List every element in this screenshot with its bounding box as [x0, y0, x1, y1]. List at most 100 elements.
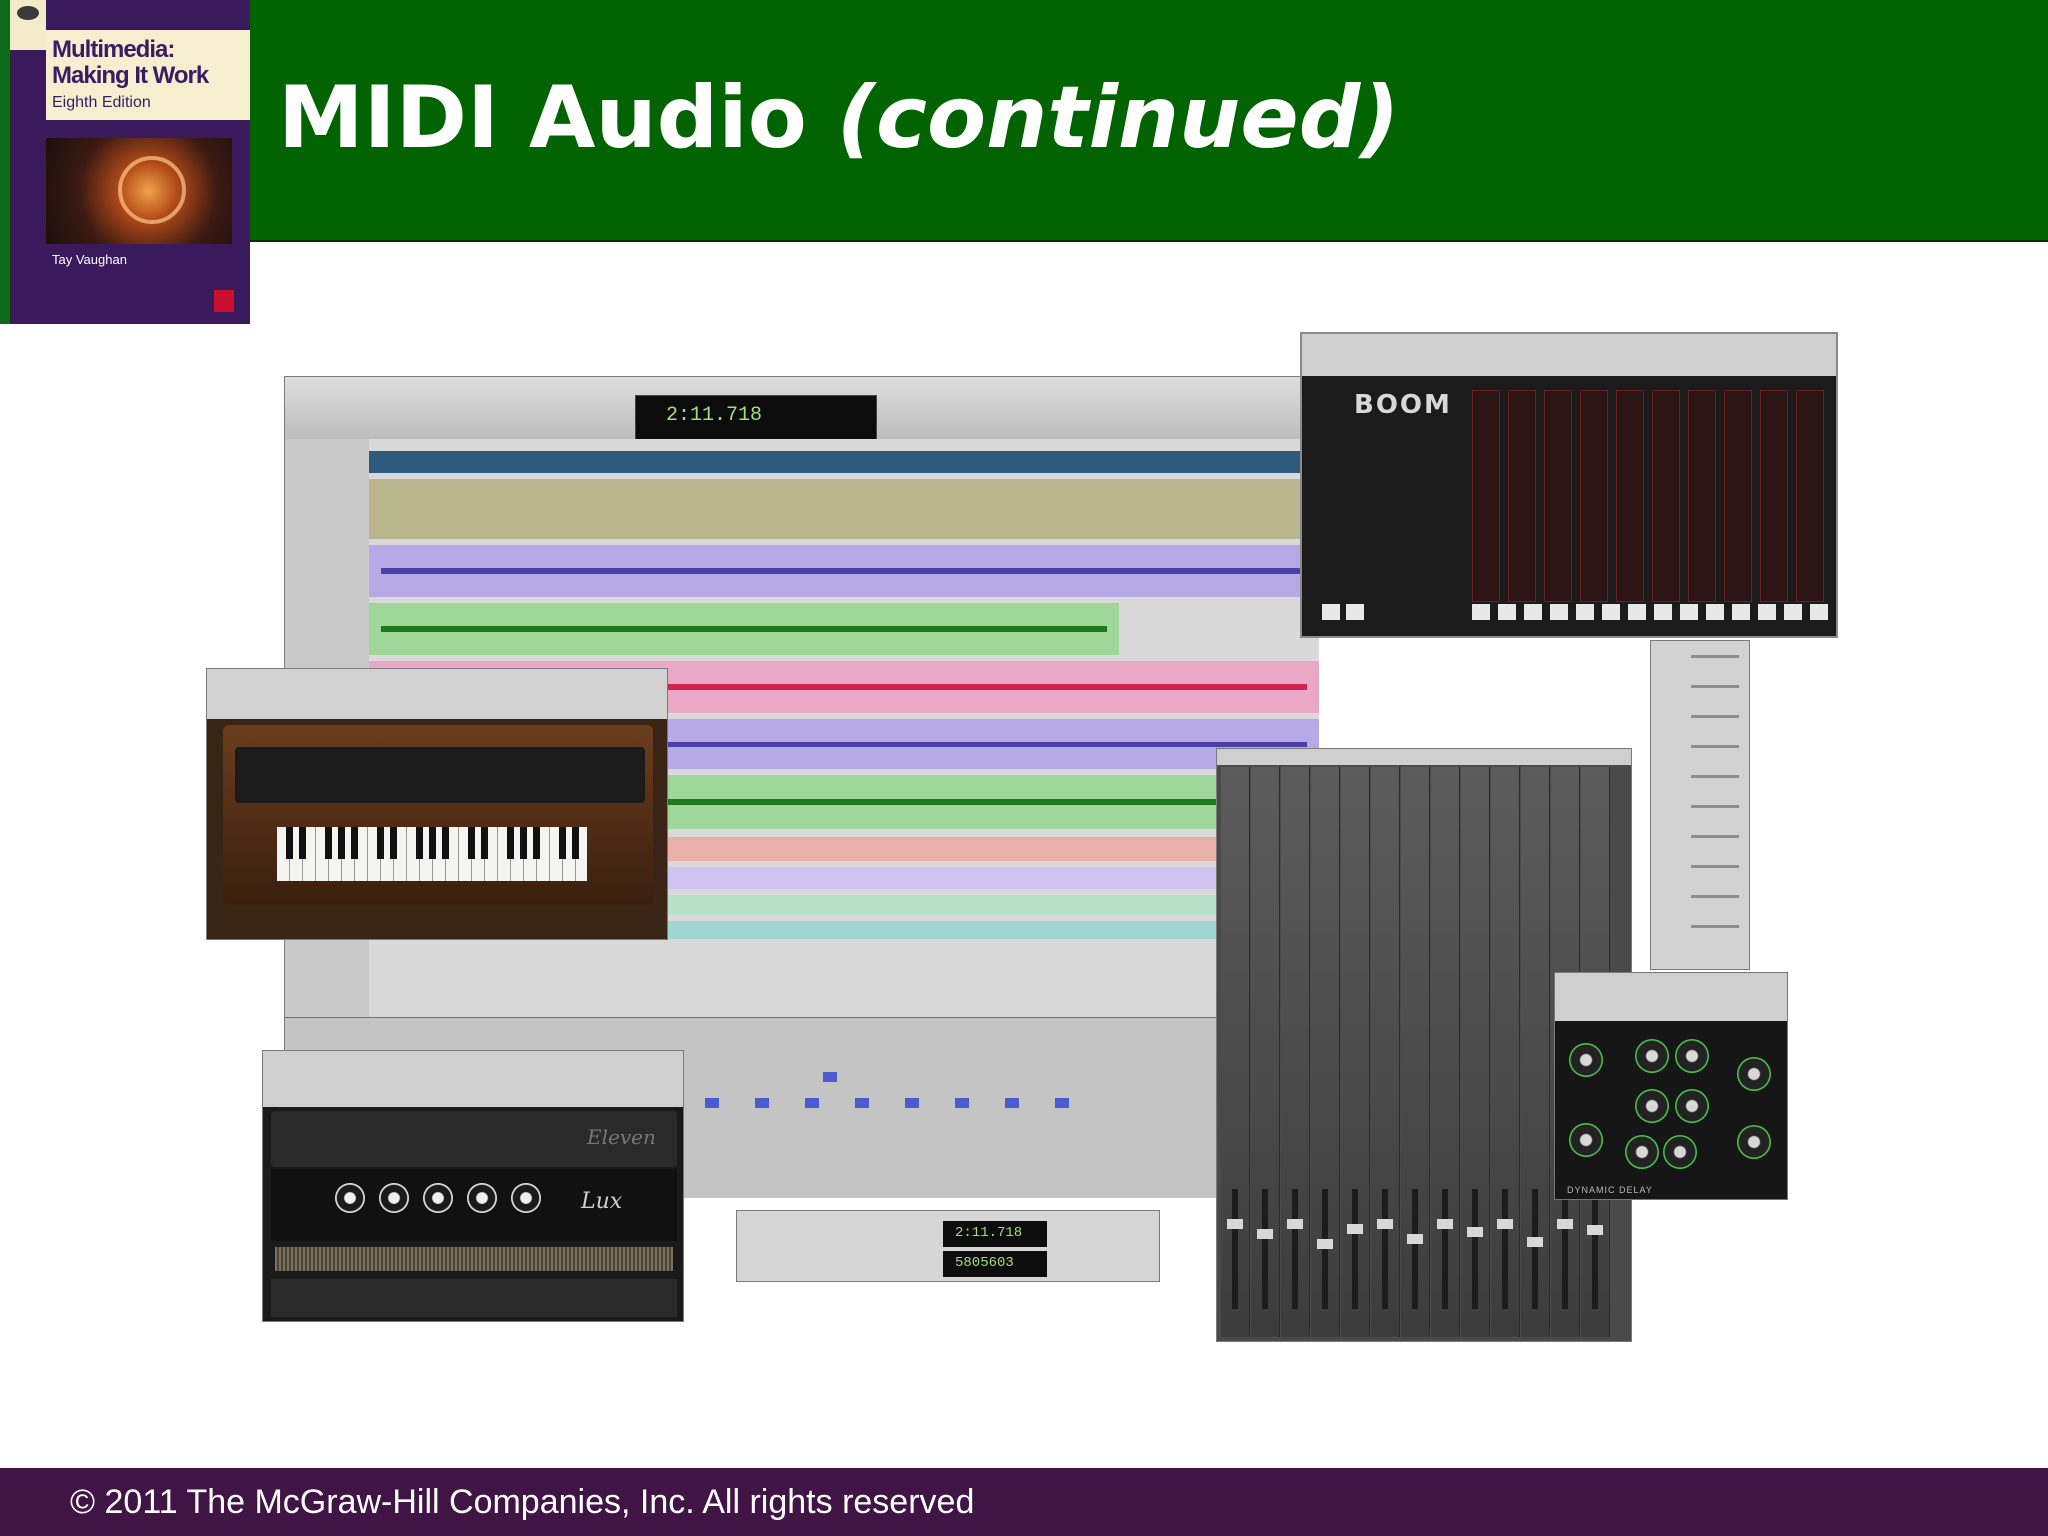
step-pad — [1576, 604, 1594, 620]
midi-note — [823, 1072, 837, 1082]
transport-sub-counter-value: 5805603 — [955, 1255, 1014, 1271]
midi-note — [1005, 1098, 1019, 1108]
fader-track — [1322, 1189, 1328, 1309]
list-line — [1691, 655, 1739, 658]
black-key — [559, 827, 566, 859]
footer-band: © 2011 The McGraw-Hill Companies, Inc. A… — [0, 1468, 2048, 1536]
black-key — [481, 827, 488, 859]
black-key — [351, 827, 358, 859]
organ-control-panel — [235, 747, 645, 803]
drum-channel — [1760, 390, 1788, 602]
fader-cap — [1377, 1219, 1393, 1229]
waveform — [381, 568, 1307, 574]
book-cover-image: Multimedia: Making It Work Eighth Editio… — [0, 0, 250, 324]
delay-label: DYNAMIC DELAY — [1567, 1185, 1653, 1195]
drum-channel — [1544, 390, 1572, 602]
midi-note — [705, 1098, 719, 1108]
fader-track — [1412, 1189, 1418, 1309]
dynamic-delay-plugin-window: DYNAMIC DELAY — [1554, 972, 1788, 1200]
fader-track — [1262, 1189, 1268, 1309]
black-key — [299, 827, 306, 859]
delay-knob — [1569, 1043, 1603, 1077]
fader-cap — [1227, 1219, 1243, 1229]
black-key — [338, 827, 345, 859]
fader-cap — [1407, 1234, 1423, 1244]
list-line — [1691, 745, 1739, 748]
black-key — [390, 827, 397, 859]
organ-plugin-window — [206, 668, 668, 940]
fader-track — [1292, 1189, 1298, 1309]
plugin-header — [207, 669, 667, 719]
region-list-panel — [1650, 640, 1750, 970]
delay-knob — [1737, 1125, 1771, 1159]
black-key — [325, 827, 332, 859]
midi-note — [955, 1098, 969, 1108]
step-pad — [1758, 604, 1776, 620]
list-line — [1691, 715, 1739, 718]
step-pad — [1322, 604, 1340, 620]
black-key — [442, 827, 449, 859]
fader-track — [1352, 1189, 1358, 1309]
step-pad — [1654, 604, 1672, 620]
track-region-green — [369, 603, 1119, 655]
title-banner: MIDI Audio (continued) — [0, 0, 2048, 242]
delay-knob — [1737, 1057, 1771, 1091]
black-key — [377, 827, 384, 859]
drum-channel — [1688, 390, 1716, 602]
drum-channel — [1508, 390, 1536, 602]
slide-title-main: MIDI Audio — [278, 68, 837, 168]
slide-title-italic: (continued) — [836, 68, 1400, 168]
step-pad — [1602, 604, 1620, 620]
transport-sub-counter: 5805603 — [943, 1251, 1047, 1277]
amp-knob — [467, 1183, 497, 1213]
step-pad — [1706, 604, 1724, 620]
list-line — [1691, 685, 1739, 688]
publisher-logo-icon — [214, 290, 234, 312]
black-key — [533, 827, 540, 859]
midi-note — [1055, 1098, 1069, 1108]
transport-counter-value: 2:11.718 — [955, 1225, 1023, 1241]
fader-track — [1532, 1189, 1538, 1309]
cover-edition: Eighth Edition — [52, 94, 151, 111]
step-pad — [1472, 604, 1490, 620]
amp-knob — [511, 1183, 541, 1213]
waveform — [381, 626, 1107, 632]
black-key — [520, 827, 527, 859]
list-line — [1691, 895, 1739, 898]
drum-channel — [1652, 390, 1680, 602]
fader-track — [1442, 1189, 1448, 1309]
transport-window: 2:11.718 5805603 — [736, 1210, 1160, 1282]
fader-cap — [1497, 1219, 1513, 1229]
fader-track — [1472, 1189, 1478, 1309]
amp-head-panel: Eleven — [271, 1111, 677, 1167]
fader-track — [1562, 1189, 1568, 1309]
cd-icon — [17, 6, 39, 20]
list-line — [1691, 775, 1739, 778]
fader-cap — [1347, 1224, 1363, 1234]
amp-knob — [335, 1183, 365, 1213]
plugin-header — [263, 1051, 683, 1107]
track-region-tan — [369, 479, 1319, 539]
delay-knob — [1675, 1089, 1709, 1123]
drum-channel — [1472, 390, 1500, 602]
amp-head-brand: Eleven — [587, 1125, 656, 1149]
delay-knob — [1675, 1039, 1709, 1073]
delay-knob — [1635, 1039, 1669, 1073]
midi-note — [905, 1098, 919, 1108]
fader-cap — [1587, 1225, 1603, 1235]
delay-knob — [1625, 1135, 1659, 1169]
fader-cap — [1317, 1239, 1333, 1249]
step-pad — [1498, 604, 1516, 620]
fader-cap — [1287, 1219, 1303, 1229]
track-region-purple — [369, 545, 1319, 597]
step-pad — [1732, 604, 1750, 620]
fader-track — [1592, 1189, 1598, 1309]
transport-counter: 2:11.718 — [943, 1221, 1047, 1247]
fader-cap — [1527, 1237, 1543, 1247]
delay-knob — [1569, 1123, 1603, 1157]
drum-channel — [1724, 390, 1752, 602]
step-pad — [1550, 604, 1568, 620]
midi-note — [855, 1098, 869, 1108]
plugin-header — [1302, 334, 1836, 376]
delay-knob — [1635, 1089, 1669, 1123]
